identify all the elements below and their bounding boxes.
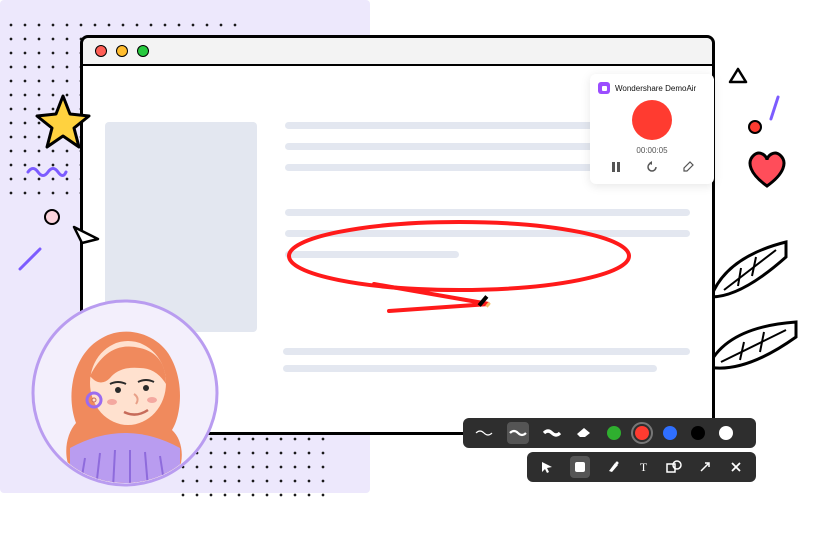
shape-toolbar: T	[527, 452, 756, 482]
triangle-icon	[728, 67, 748, 85]
record-button[interactable]	[632, 100, 672, 140]
color-white-button[interactable]	[719, 426, 733, 440]
pointer-button[interactable]	[539, 458, 556, 476]
presenter-avatar	[30, 298, 220, 488]
edit-button[interactable]	[682, 161, 694, 176]
cursor-icon	[70, 223, 102, 253]
stroke-thick-button[interactable]	[543, 424, 561, 442]
arrow-button[interactable]	[697, 458, 714, 476]
color-blue-button[interactable]	[663, 426, 677, 440]
line-icon	[16, 245, 44, 273]
stroke-med-button[interactable]	[507, 422, 529, 444]
recording-app-label: Wondershare DemoAir	[598, 82, 706, 94]
eraser-button[interactable]	[575, 424, 593, 442]
restart-button[interactable]	[646, 161, 658, 176]
recording-timer: 00:00:05	[598, 146, 706, 155]
app-icon	[598, 82, 610, 94]
circle-icon	[44, 209, 60, 225]
circle-icon	[748, 120, 762, 134]
star-icon	[35, 94, 91, 150]
app-label: Wondershare DemoAir	[615, 84, 696, 93]
close-button[interactable]	[95, 45, 107, 57]
squiggle-icon	[26, 163, 68, 181]
color-green-button[interactable]	[607, 426, 621, 440]
color-black-button[interactable]	[691, 426, 705, 440]
heart-icon	[744, 148, 790, 190]
maximize-button[interactable]	[137, 45, 149, 57]
line-icon	[769, 95, 780, 121]
stroke-thin-button[interactable]	[475, 424, 493, 442]
pause-button[interactable]	[610, 161, 622, 176]
shape-button[interactable]	[666, 458, 683, 476]
draw-toolbar	[463, 418, 756, 448]
color-red-button[interactable]	[635, 426, 649, 440]
text-button[interactable]: T	[635, 458, 652, 476]
highlight-button[interactable]	[604, 458, 621, 476]
rectangle-button[interactable]	[570, 456, 591, 478]
minimize-button[interactable]	[116, 45, 128, 57]
text-lines	[283, 348, 690, 382]
titlebar	[83, 38, 712, 66]
recording-panel: Wondershare DemoAir 00:00:05	[590, 74, 714, 184]
close-button[interactable]	[727, 458, 744, 476]
